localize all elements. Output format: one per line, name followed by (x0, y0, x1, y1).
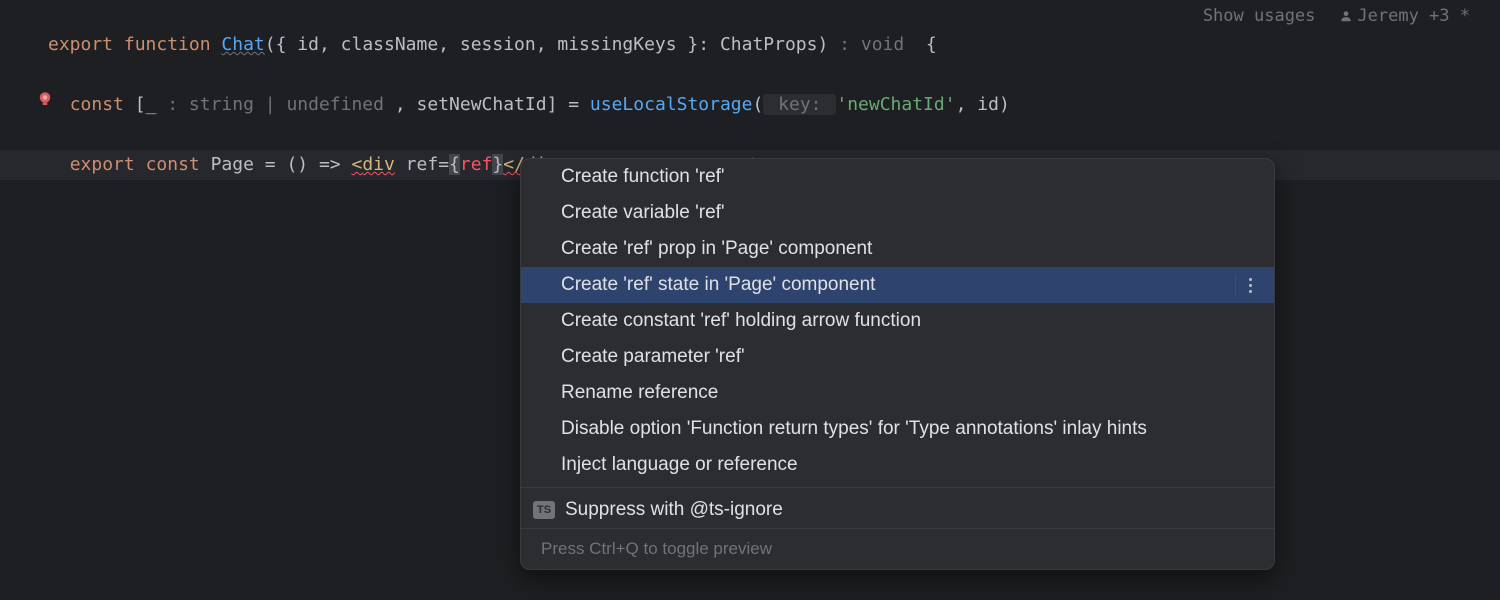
string-literal: 'newChatId' (836, 94, 955, 115)
punct: ( (752, 94, 763, 115)
popup-item-label: Rename reference (561, 382, 718, 404)
error-ref: ref (460, 154, 493, 175)
punct: = (438, 154, 449, 175)
code-line-blank[interactable] (0, 60, 1500, 90)
typescript-icon: TS (533, 501, 555, 519)
user-icon (1339, 9, 1353, 23)
function-call: useLocalStorage (590, 94, 753, 115)
popup-item-label: Suppress with @ts-ignore (565, 499, 783, 521)
popup-item-suppress-ts[interactable]: TS Suppress with @ts-ignore (521, 492, 1274, 528)
editor-top-annotations: Show usages Jeremy +3 * (1203, 6, 1470, 26)
popup-item-label: Create function 'ref' (561, 166, 725, 188)
popup-item-label: Create constant 'ref' holding arrow func… (561, 310, 921, 332)
popup-item-1[interactable]: Create variable 'ref' (521, 195, 1274, 231)
code-line-2[interactable]: const [_ : string | undefined , setNewCh… (0, 90, 1500, 120)
arg: id (977, 94, 999, 115)
keyword-export: export (48, 34, 113, 55)
popup-list: Create function 'ref' Create variable 're… (521, 159, 1274, 483)
keyword-const: const (70, 94, 124, 115)
popup-item-7[interactable]: Disable option 'Function return types' f… (521, 411, 1274, 447)
punct: }: (677, 34, 720, 55)
intention-actions-popup: Create function 'ref' Create variable 're… (520, 158, 1275, 570)
code-editor[interactable]: export function Chat({ id, className, se… (0, 0, 1500, 180)
punct: = (254, 154, 287, 175)
popup-item-label: Create 'ref' prop in 'Page' component (561, 238, 872, 260)
popup-item-5[interactable]: Create parameter 'ref' (521, 339, 1274, 375)
type: ChatProps (720, 34, 818, 55)
popup-item-8[interactable]: Inject language or reference (521, 447, 1274, 483)
brace-close: } (492, 154, 503, 175)
popup-separator (521, 487, 1274, 488)
attr: ref (395, 154, 438, 175)
tag-name: div (362, 154, 395, 175)
popup-item-6[interactable]: Rename reference (521, 375, 1274, 411)
punct: , (956, 94, 978, 115)
arrow: () => (286, 154, 351, 175)
code-line-blank-2[interactable] (0, 120, 1500, 150)
author-annotation[interactable]: Jeremy +3 * (1339, 6, 1470, 26)
popup-item-0[interactable]: Create function 'ref' (521, 159, 1274, 195)
tag-open: < (351, 154, 362, 175)
inlay-param-hint: key: (763, 94, 836, 115)
params: id, className, session, missingKeys (297, 34, 676, 55)
punct: , (395, 94, 417, 115)
popup-footer-hint: Press Ctrl+Q to toggle preview (521, 528, 1274, 569)
popup-item-4[interactable]: Create constant 'ref' holding arrow func… (521, 303, 1274, 339)
const-name: Page (200, 154, 254, 175)
more-actions-icon[interactable] (1235, 274, 1254, 296)
popup-item-label: Inject language or reference (561, 454, 798, 476)
punct: { (915, 34, 937, 55)
author-text: Jeremy +3 * (1357, 6, 1470, 26)
popup-item-label: Disable option 'Function return types' f… (561, 418, 1147, 440)
inlay-return-type: : void (828, 34, 915, 55)
popup-item-label: Create variable 'ref' (561, 202, 725, 224)
punct: ) (818, 34, 829, 55)
setter: setNewChatId (417, 94, 547, 115)
intention-bulb-icon[interactable] (36, 90, 54, 108)
punct: ({ (265, 34, 298, 55)
punct: ] = (547, 94, 590, 115)
punct: [ (124, 94, 146, 115)
popup-item-2[interactable]: Create 'ref' prop in 'Page' component (521, 231, 1274, 267)
punct: ) (999, 94, 1010, 115)
inlay-type-hint: : string | undefined (156, 94, 394, 115)
keyword-const: const (146, 154, 200, 175)
show-usages-link[interactable]: Show usages (1203, 6, 1316, 26)
popup-item-label: Create parameter 'ref' (561, 346, 745, 368)
popup-item-3[interactable]: Create 'ref' state in 'Page' component (521, 267, 1274, 303)
keyword-function: function (124, 34, 211, 55)
popup-item-label: Create 'ref' state in 'Page' component (561, 274, 875, 296)
brace-open: { (449, 154, 460, 175)
function-name: Chat (221, 34, 264, 55)
underscore: _ (146, 94, 157, 115)
keyword-export: export (70, 154, 135, 175)
